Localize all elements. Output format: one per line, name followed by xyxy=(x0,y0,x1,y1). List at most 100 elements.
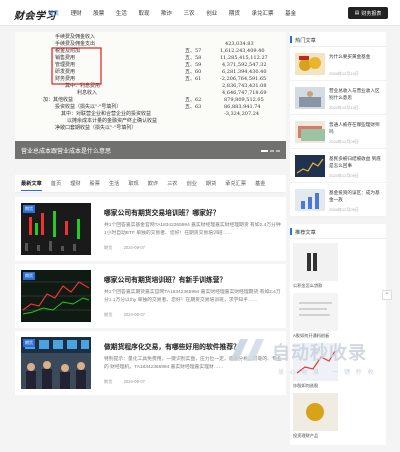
nav-item-home[interactable]: 首页 xyxy=(48,9,59,17)
article-category[interactable]: 期货 xyxy=(104,312,112,317)
list-item[interactable]: 期货 哪家公司有期货交易培训班？哪家好？ 共1个回答嘉实基金官网TA183423… xyxy=(15,197,286,261)
article-meta: 期货 2024-09-07 xyxy=(104,379,155,385)
nav-item-cash[interactable]: 取现 xyxy=(138,9,149,17)
svg-text:2,836,743,431.08: 2,836,743,431.08 xyxy=(222,83,267,89)
nav-item-finance[interactable]: 理财 xyxy=(71,9,82,17)
article-date: 2024-09-07 xyxy=(123,245,145,250)
carousel-dots[interactable] xyxy=(259,150,280,152)
side-item-title[interactable]: 营业总收入与营业收入区别什么意思 xyxy=(329,88,383,101)
watermark-text: 自动秒收录 xyxy=(272,343,367,363)
tab-stocks[interactable]: 股票 xyxy=(90,180,100,187)
article-summary: 共1个回答嘉实期货嘉实官网TA18342365994 嘉实财经理嘉实财经理期货 … xyxy=(104,290,281,303)
svg-text:-3,324,207.24: -3,324,207.24 xyxy=(224,111,259,117)
fund-chart-image xyxy=(295,155,325,177)
rec-caption[interactable]: 投资理财产品 xyxy=(293,433,338,439)
nav-item-fraud[interactable]: 欺诈 xyxy=(161,9,172,17)
carousel-dot[interactable] xyxy=(261,150,268,152)
side-thumbnail[interactable] xyxy=(295,53,325,75)
finance-product-image xyxy=(293,393,338,431)
tab-acceptance[interactable]: 承兑汇票 xyxy=(225,180,246,187)
tab-latest[interactable]: 最新文章 xyxy=(21,180,42,191)
svg-text:423,034.83: 423,034.83 xyxy=(225,41,254,47)
side-list-item[interactable]: 普通人被存在哪些理财师吗 2024年12月09日 xyxy=(290,115,386,149)
side-item-date: 2024年12月14日 xyxy=(329,71,359,76)
article-thumbnail[interactable]: 期货 xyxy=(21,270,91,322)
rec-item[interactable]: 公积金怎么贷款 xyxy=(293,243,338,289)
svg-text:-2,206,764,591.65: -2,206,764,591.65 xyxy=(220,76,266,82)
side-thumbnail[interactable] xyxy=(295,87,325,109)
tab-futures[interactable]: 期货 xyxy=(206,180,216,187)
article-title[interactable]: 哪家公司有期货培训班？有新手训练营？ xyxy=(104,274,282,284)
side-thumbnail[interactable] xyxy=(295,189,325,211)
category-tag: 期货 xyxy=(23,272,35,280)
side-thumbnail[interactable] xyxy=(295,155,325,177)
side-list-item[interactable]: 营业总收入与营业收入区别什么意思 2024年12月14日 xyxy=(290,81,386,115)
nav-item-acceptance[interactable]: 承兑汇票 xyxy=(251,9,273,17)
category-tag: 期货 xyxy=(23,339,35,347)
nav-item-life[interactable]: 生活 xyxy=(116,9,127,17)
nav-item-futures[interactable]: 期货 xyxy=(229,9,240,17)
text-card-image xyxy=(293,293,338,331)
back-to-top-button[interactable]: ⌃ xyxy=(382,290,392,300)
rec-caption[interactable]: 炒股如何选股 xyxy=(293,383,338,389)
article-title[interactable]: 哪家公司有期货交易培训班？哪家好？ xyxy=(104,207,282,217)
rec-caption[interactable]: 公积金怎么贷款 xyxy=(293,283,338,289)
side-list-item[interactable]: 基民多被归结被收益 到底是怎么回事 2024年12月09日 xyxy=(290,149,386,183)
article-date: 2024-09-07 xyxy=(123,312,145,317)
side-item-date: 2024年12月14日 xyxy=(329,105,359,110)
office-image xyxy=(295,87,325,109)
watermark-subtext: 放 心 收 录 · 一 键 秒 收 xyxy=(278,370,376,376)
carousel-dot[interactable] xyxy=(270,150,274,152)
svg-text:销售费用: 销售费用 xyxy=(55,54,75,61)
svg-text:1,612,243,409.40: 1,612,243,409.40 xyxy=(220,48,265,54)
tab-fraud[interactable]: 欺诈 xyxy=(148,180,158,187)
financial-report-button[interactable]: ▤ 财务报表 xyxy=(348,7,388,19)
hot-articles-panel: 热门文章 为什么要买黄金基金 2024年12月14日 营业总收入与营业收入区别什… xyxy=(290,32,386,217)
article-category[interactable]: 期货 xyxy=(104,379,112,384)
nav-item-funds[interactable]: 基金 xyxy=(285,9,296,17)
article-date: 2024-09-07 xyxy=(123,379,145,384)
nav-item-agri[interactable]: 三农 xyxy=(184,9,195,17)
sidebar: 热门文章 为什么要买黄金基金 2024年12月14日 营业总收入与营业收入区别什… xyxy=(290,32,386,452)
financial-statement-image: 手续费及佣金收入 手续费及佣金支出 423,034.83 税金及附加 销售费用 … xyxy=(15,32,286,159)
article-meta: 期货 2024-09-07 xyxy=(104,245,155,251)
list-item[interactable]: 期货 哪家公司有期货培训班？有新手训练营？ 共1个回答嘉实期货嘉实官网TA183… xyxy=(15,264,286,328)
tab-funds[interactable]: 基金 xyxy=(255,180,265,187)
side-list-item[interactable]: 基金投资的误区：成为基金一族 2024年12月09日 xyxy=(290,183,386,217)
svg-text:五、63: 五、63 xyxy=(185,104,201,110)
tab-home[interactable]: 首页 xyxy=(51,180,61,187)
hero-caption[interactable]: 营业总成本跟营业成本是什么意思 xyxy=(15,141,286,159)
side-item-title[interactable]: 普通人被存在哪些理财师吗 xyxy=(329,122,383,135)
nav-item-startup[interactable]: 创业 xyxy=(206,9,217,17)
article-meta: 期货 2024-09-07 xyxy=(104,312,155,318)
side-item-title[interactable]: 基民多被归结被收益 到底是怎么回事 xyxy=(329,156,383,169)
rec-thumbnail[interactable] xyxy=(293,243,338,281)
svg-text:管理费用: 管理费用 xyxy=(55,61,75,68)
rec-thumbnail[interactable] xyxy=(293,293,338,331)
side-item-title[interactable]: 基金投资的误区：成为基金一族 xyxy=(329,190,383,203)
side-item-date: 2024年12月09日 xyxy=(329,173,359,178)
tab-finance[interactable]: 理财 xyxy=(70,180,80,187)
hero-carousel[interactable]: 手续费及佣金收入 手续费及佣金支出 423,034.83 税金及附加 销售费用 … xyxy=(15,32,286,159)
panel-title: 推荐文章 xyxy=(290,224,386,239)
tab-agri[interactable]: 三农 xyxy=(167,180,177,187)
svg-text:五、60: 五、60 xyxy=(185,69,201,75)
svg-text:净敞口套期收益（损失以"-"号填列）: 净敞口套期收益（损失以"-"号填列） xyxy=(55,124,136,131)
tab-life[interactable]: 生活 xyxy=(109,180,119,187)
tab-startup[interactable]: 创业 xyxy=(187,180,197,187)
side-thumbnail[interactable] xyxy=(295,121,325,143)
carousel-dot[interactable] xyxy=(276,150,280,152)
article-thumbnail[interactable]: 期货 xyxy=(21,203,91,255)
nav-item-stocks[interactable]: 股票 xyxy=(93,9,104,17)
article-thumbnail[interactable]: 期货 xyxy=(21,337,91,389)
svg-text:加：其他收益: 加：其他收益 xyxy=(43,96,73,103)
svg-text:五、59: 五、59 xyxy=(185,62,201,68)
rec-thumbnail[interactable] xyxy=(293,393,338,431)
article-category[interactable]: 期货 xyxy=(104,245,112,250)
gold-coins-image xyxy=(295,53,325,75)
svg-text:4,371,592,547.32: 4,371,592,547.32 xyxy=(222,62,267,68)
tab-cash[interactable]: 取现 xyxy=(128,180,138,187)
side-list-item[interactable]: 为什么要买黄金基金 2024年12月14日 xyxy=(290,47,386,81)
svg-text:其中：利息费用: 其中：利息费用 xyxy=(65,82,100,89)
side-item-title[interactable]: 为什么要买黄金基金 xyxy=(329,54,383,67)
